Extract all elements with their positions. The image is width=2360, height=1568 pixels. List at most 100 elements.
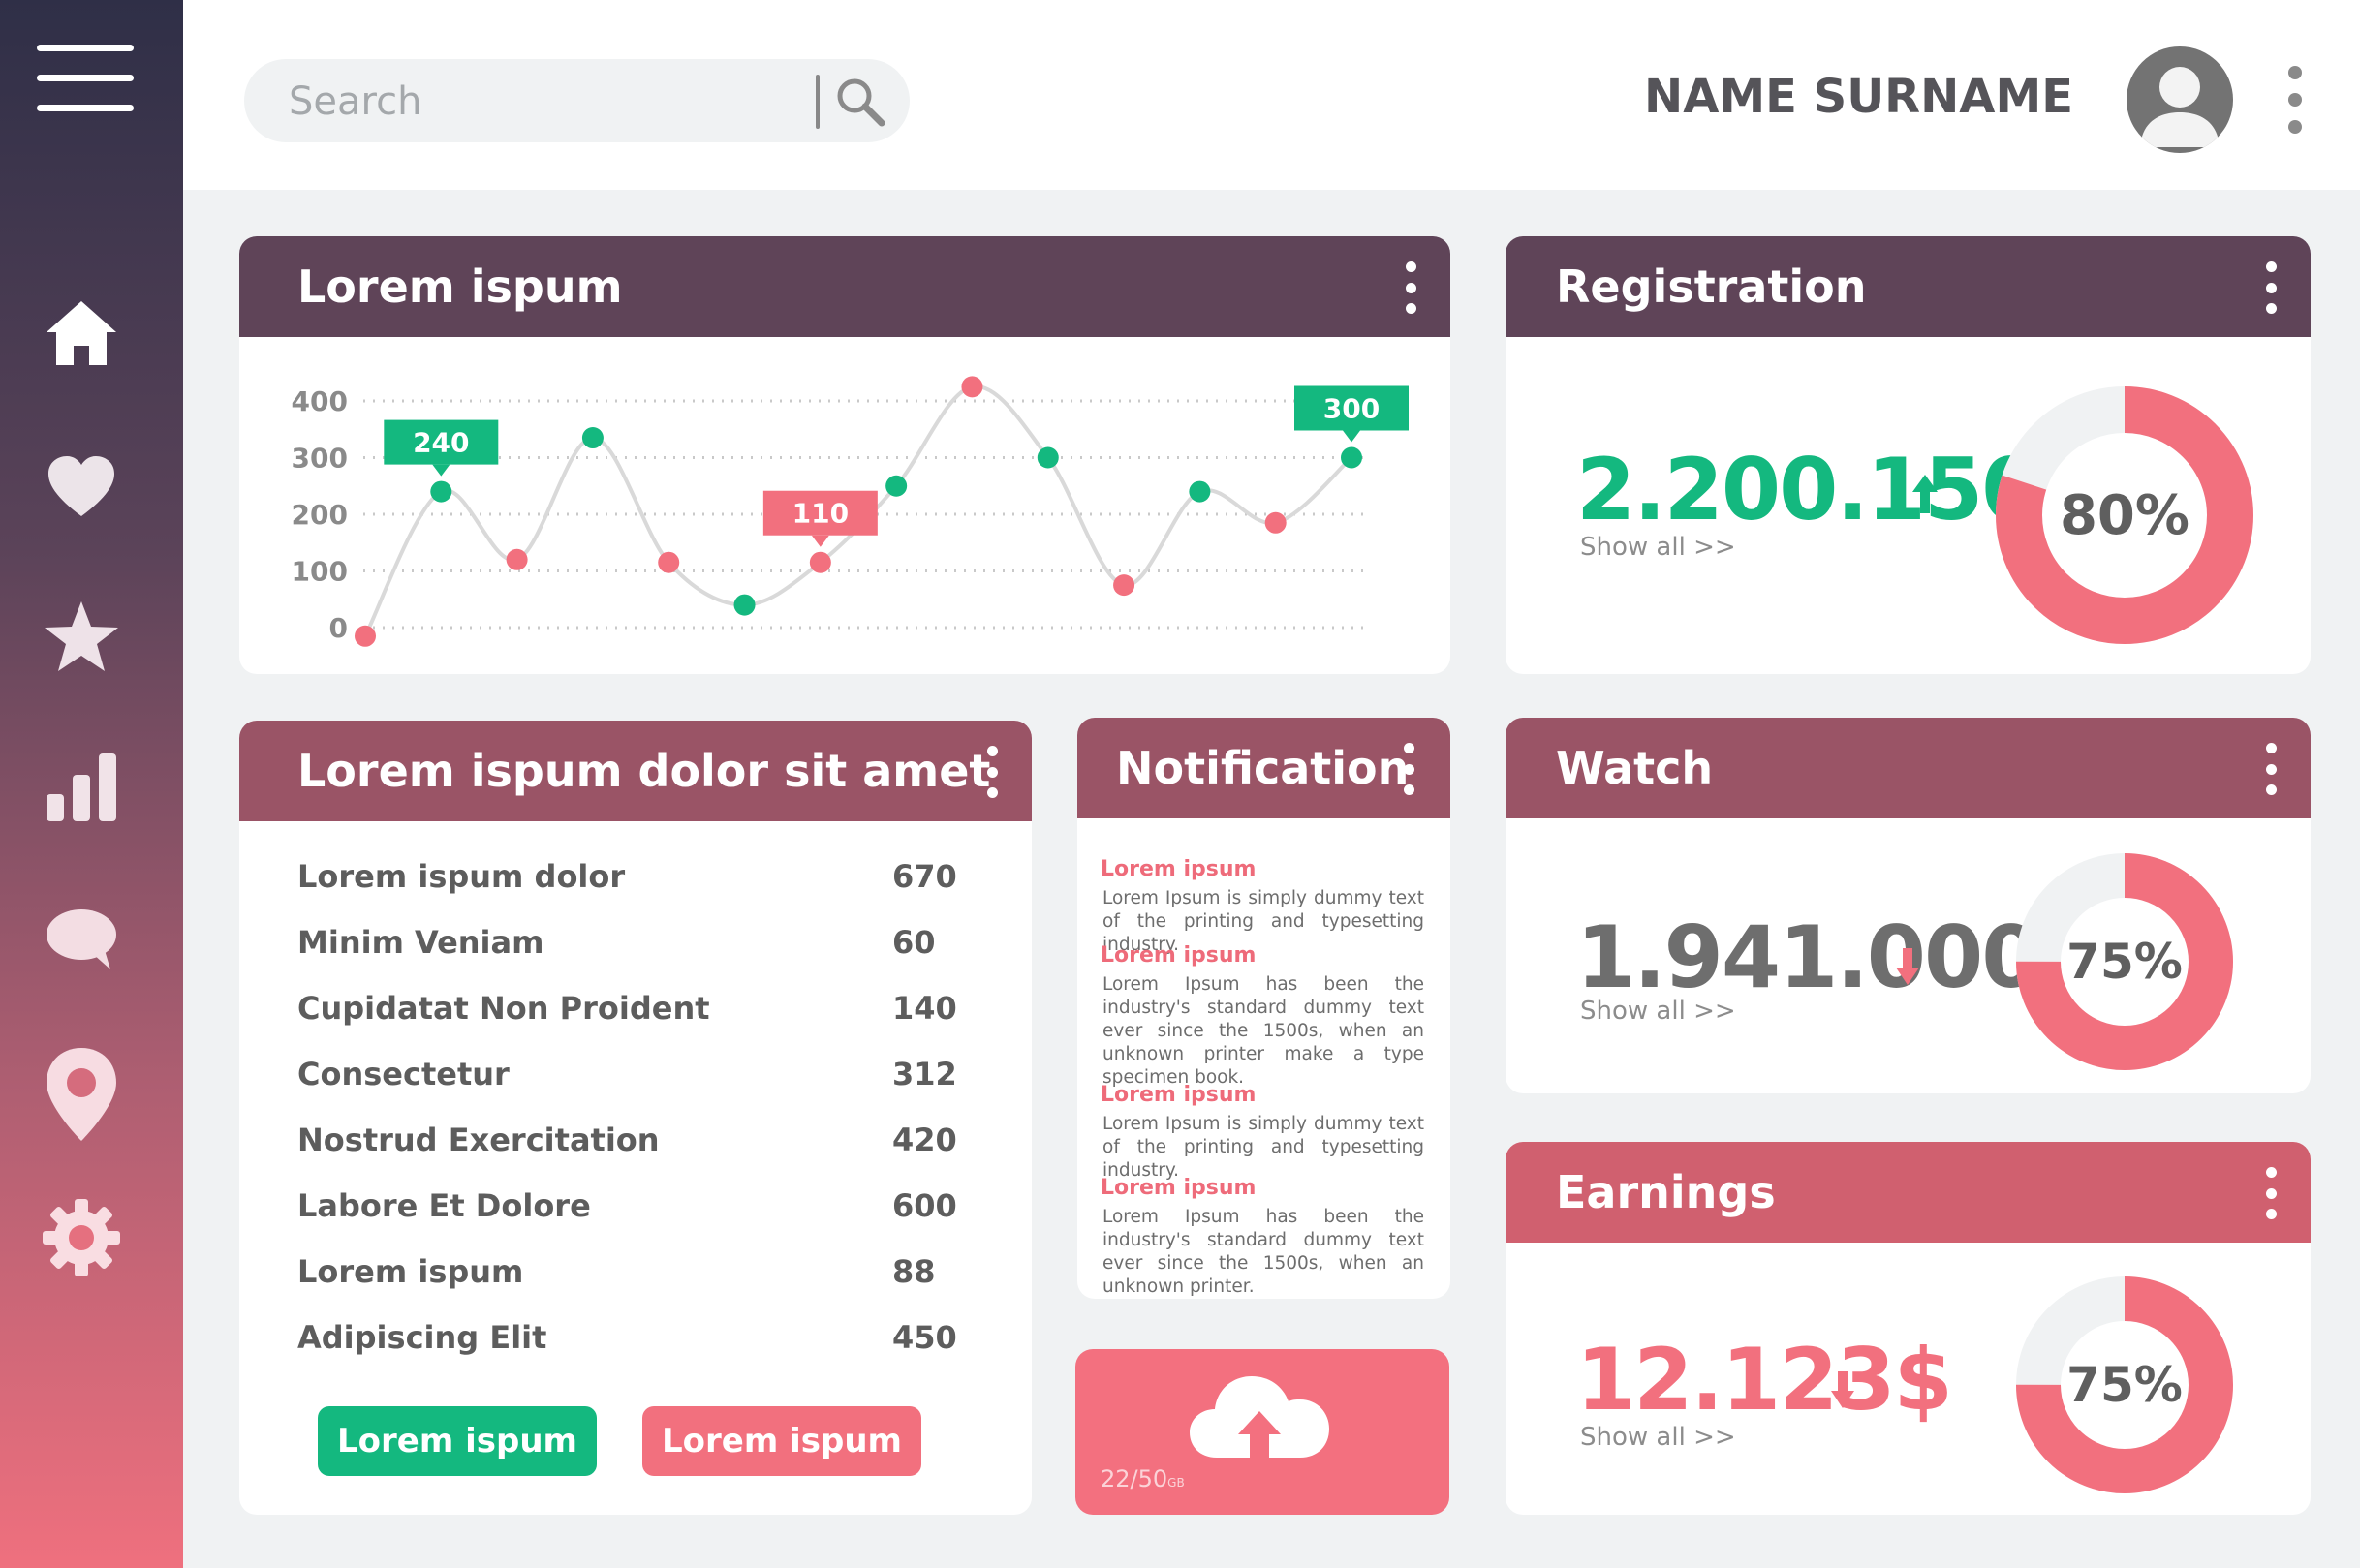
earnings-show-all-link[interactable]: Show all >>: [1580, 1423, 1736, 1452]
notification-title: Notification: [1116, 742, 1410, 794]
registration-donut-chart: 80%: [1996, 386, 2253, 644]
list-row-value: 60: [892, 924, 936, 961]
chart-data-point[interactable]: [581, 427, 604, 449]
menu-icon[interactable]: [37, 45, 134, 114]
registration-show-all-link[interactable]: Show all >>: [1580, 533, 1736, 562]
chart-data-label: 240: [384, 419, 499, 477]
list-row-value: 600: [892, 1187, 957, 1224]
primary-button[interactable]: Lorem ispum: [318, 1406, 597, 1476]
chart-data-label: 300: [1294, 385, 1409, 443]
list-row-label: Consectetur: [297, 1056, 510, 1092]
chart-data-point[interactable]: [355, 625, 376, 647]
chart-data-point[interactable]: [1189, 480, 1211, 503]
user-name: NAME SURNAME: [1644, 70, 2073, 124]
search-icon[interactable]: [833, 75, 887, 129]
earnings-percent-label: 75%: [2066, 1357, 2183, 1413]
chart-data-point[interactable]: [430, 480, 452, 503]
storage-usage-label: 22/50GB: [1101, 1465, 1185, 1492]
svg-text:300: 300: [1323, 393, 1380, 425]
chart-data-point[interactable]: [1264, 511, 1287, 534]
watch-value: 1.941.000: [1576, 907, 2040, 1007]
list-row-label: Labore Et Dolore: [297, 1187, 591, 1224]
list-row: Minim Veniam 60: [297, 924, 976, 972]
earnings-menu-icon[interactable]: [2266, 1167, 2278, 1219]
registration-title: Registration: [1556, 261, 1867, 313]
search-divider: [816, 75, 820, 129]
list-card-menu-icon[interactable]: [987, 746, 999, 798]
location-pin-icon[interactable]: [43, 1046, 120, 1143]
upload-card[interactable]: 22/50GB: [1075, 1349, 1449, 1515]
chart-data-point[interactable]: [809, 551, 831, 573]
svg-text:110: 110: [792, 498, 849, 530]
gear-icon[interactable]: [43, 1199, 120, 1276]
list-card-title: Lorem ispum dolor sit amet: [297, 745, 991, 797]
chart-y-tick-label: 400: [292, 385, 348, 417]
earnings-donut-chart: 75%: [2015, 1276, 2234, 1494]
bar-chart-icon[interactable]: [43, 748, 120, 825]
notification-menu-icon[interactable]: [1404, 743, 1415, 795]
star-icon[interactable]: [43, 598, 120, 675]
registration-menu-icon[interactable]: [2266, 261, 2278, 314]
notification-card: Notification Lorem ipsum Lorem Ipsum is …: [1077, 718, 1450, 1299]
search-input[interactable]: [287, 75, 833, 129]
notification-item-title[interactable]: Lorem ipsum: [1101, 1083, 1256, 1107]
notification-item-title[interactable]: Lorem ipsum: [1101, 943, 1256, 968]
watch-percent-label: 75%: [2066, 934, 2183, 990]
chart-y-tick-label: 0: [329, 612, 348, 644]
chart-data-point[interactable]: [961, 376, 983, 398]
home-icon[interactable]: [43, 295, 120, 373]
chart-data-point[interactable]: [506, 548, 528, 570]
more-options-icon[interactable]: [2288, 66, 2304, 136]
list-row-value: 420: [892, 1122, 957, 1158]
chart-data-point[interactable]: [1113, 574, 1135, 597]
chart-y-tick-label: 100: [292, 556, 348, 588]
storage-used: 22/50: [1101, 1465, 1168, 1492]
watch-title: Watch: [1556, 742, 1714, 794]
sidebar: [0, 0, 183, 1568]
storage-unit: GB: [1167, 1476, 1185, 1490]
list-row-label: Nostrud Exercitation: [297, 1122, 660, 1158]
list-row-value: 88: [892, 1253, 936, 1290]
list-row-value: 450: [892, 1319, 957, 1356]
list-row-label: Adipiscing Elit: [297, 1319, 547, 1356]
stats-list-card: Lorem ispum dolor sit amet Lorem ispum d…: [239, 721, 1032, 1515]
list-row: Lorem ispum dolor 670: [297, 858, 976, 907]
notification-item-body: Lorem Ipsum has been the industry's stan…: [1102, 1207, 1424, 1297]
notification-item-title[interactable]: Lorem ipsum: [1101, 1176, 1256, 1200]
svg-text:240: 240: [413, 427, 469, 459]
list-row-label: Cupidatat Non Proident: [297, 990, 710, 1027]
list-row-value: 312: [892, 1056, 957, 1092]
registration-percent-label: 80%: [2059, 483, 2190, 547]
chart-data-point[interactable]: [885, 475, 908, 497]
watch-card-header: Watch: [1506, 718, 2311, 818]
chat-icon[interactable]: [43, 898, 120, 975]
notification-card-header: Notification: [1077, 718, 1450, 818]
list-row-value: 670: [892, 858, 957, 895]
watch-menu-icon[interactable]: [2266, 743, 2278, 795]
earnings-card-header: Earnings: [1506, 1142, 2311, 1243]
avatar[interactable]: [2127, 46, 2233, 153]
cloud-upload-icon[interactable]: [1188, 1372, 1331, 1460]
list-row: Adipiscing Elit 450: [297, 1319, 976, 1368]
list-row-label: Minim Veniam: [297, 924, 544, 961]
notification-item-body: Lorem Ipsum has been the industry's stan…: [1102, 974, 1424, 1088]
registration-card-header: Registration: [1506, 236, 2311, 337]
earnings-value: 12.123$: [1576, 1330, 1953, 1430]
search-bar[interactable]: [244, 59, 910, 142]
notification-item-title[interactable]: Lorem ipsum: [1101, 857, 1256, 881]
heart-icon[interactable]: [43, 448, 120, 526]
chart-data-point[interactable]: [1037, 446, 1059, 469]
list-row: Labore Et Dolore 600: [297, 1187, 976, 1236]
list-row: Cupidatat Non Proident 140: [297, 990, 976, 1038]
earnings-title: Earnings: [1556, 1166, 1776, 1218]
chart-data-point[interactable]: [733, 594, 756, 616]
earnings-card: Earnings 12.123$ Show all >> 75%: [1506, 1142, 2311, 1515]
chart-data-point[interactable]: [658, 551, 680, 573]
chart-y-tick-label: 200: [292, 499, 348, 531]
watch-show-all-link[interactable]: Show all >>: [1580, 997, 1736, 1026]
registration-card: Registration 2.200.150 Show all >> 80%: [1506, 236, 2311, 674]
chart-data-label: 110: [762, 490, 878, 547]
chart-data-point[interactable]: [1341, 446, 1362, 469]
secondary-button[interactable]: Lorem ispum: [642, 1406, 921, 1476]
list-row: Consectetur 312: [297, 1056, 976, 1104]
